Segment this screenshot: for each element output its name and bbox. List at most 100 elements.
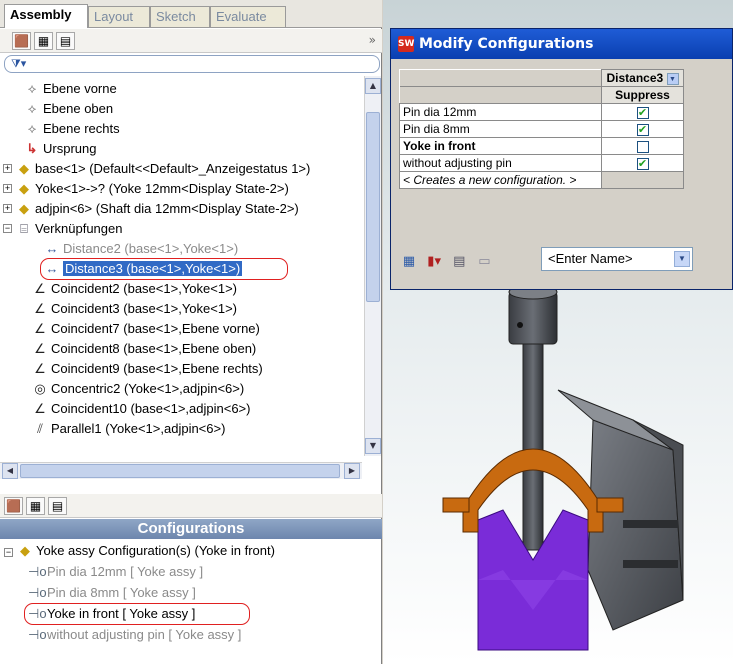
corner-cell-2	[399, 86, 602, 104]
tree-item[interactable]: ∠ Coincident10 (base<1>,adjpin<6>)	[32, 399, 250, 419]
tab-assembly[interactable]: Assembly	[4, 4, 88, 28]
config-item-label: Pin dia 8mm [ Yoke assy ]	[47, 585, 196, 600]
save-table-icon[interactable]: ▭	[476, 254, 492, 270]
collapse-toggle-icon[interactable]: −	[4, 548, 13, 557]
tab-sketch[interactable]: Sketch	[150, 6, 210, 27]
chevron-down-icon[interactable]: ▼	[674, 251, 690, 267]
filter-icon[interactable]: ⧩▾	[11, 57, 26, 70]
scroll-left-button[interactable]: ◀	[2, 463, 18, 479]
column-header-label: Distance3	[606, 71, 664, 85]
config-icon: ⊣o	[28, 585, 47, 600]
chevron-down-icon[interactable]: ▼	[666, 72, 679, 85]
tree-item[interactable]: ∠ Coincident9 (base<1>,Ebene rechts)	[32, 359, 263, 379]
config-root-label: Yoke assy Configuration(s) (Yoke in fron…	[36, 543, 275, 558]
assembly-3d-model[interactable]	[383, 270, 733, 664]
tree-item[interactable]: ⟡ Ebene vorne	[24, 79, 117, 99]
property-manager-icon[interactable]: ▦	[34, 32, 53, 50]
suppress-checkbox-cell[interactable]: ✔	[601, 120, 684, 138]
column-subheader-suppress: Suppress	[601, 86, 684, 104]
tree-item[interactable]: ◆ base<1> (Default<<Default>_Anzeigestatu…	[16, 159, 310, 179]
configuration-manager-icon[interactable]: ▤	[56, 32, 75, 50]
highlight-oval	[24, 603, 250, 625]
new-config-row[interactable]: < Creates a new configuration. >	[399, 171, 602, 189]
tab-evaluate[interactable]: Evaluate	[210, 6, 286, 27]
suppress-checkbox[interactable]: ✔	[636, 123, 649, 136]
configuration-table: Distance3 ▼ Suppress Pin dia 12mm ✔ Pin dia …	[399, 69, 684, 189]
tree-item-label: Yoke<1>->? (Yoke 12mm<Display State-2>)	[35, 181, 289, 196]
scroll-thumb[interactable]	[366, 112, 380, 302]
suppress-checkbox[interactable]: ✔	[636, 157, 649, 170]
column-header-distance3[interactable]: Distance3 ▼	[601, 69, 684, 87]
corner-cell	[399, 69, 602, 87]
suppress-checkbox-cell[interactable]: ✔	[601, 154, 684, 172]
tree-item[interactable]: ⫽ Parallel1 (Yoke<1>,adjpin<6>)	[32, 419, 225, 439]
horizontal-scroll-thumb[interactable]	[20, 464, 340, 478]
configuration-tree: − ◆ Yoke assy Configuration(s) (Yoke in fr…	[0, 540, 382, 664]
tree-item[interactable]: ∠ Coincident2 (base<1>,Yoke<1>)	[32, 279, 237, 299]
configuration-manager-icon[interactable]: ▤	[48, 497, 67, 515]
view-name-combo[interactable]: <Enter Name> ▼	[541, 247, 693, 271]
tree-item-label: Ebene oben	[43, 101, 114, 116]
filter-bar[interactable]: ⧩▾	[4, 55, 380, 73]
tree-item[interactable]: ◆ adjpin<6> (Shaft dia 12mm<Display State…	[16, 199, 299, 219]
tree-item[interactable]: ↔ Distance2 (base<1>,Yoke<1>)	[44, 239, 239, 259]
config-item[interactable]: ⊣oPin dia 12mm [ Yoke assy ]	[28, 562, 203, 582]
table-row: without adjusting pin ✔	[399, 154, 684, 172]
tree-item[interactable]: ⟡ Ebene oben	[24, 99, 113, 119]
tree-item[interactable]: ⟡ Ebene rechts	[24, 119, 120, 139]
concentric-mate-icon: ◎	[34, 381, 46, 396]
table-row: Pin dia 8mm ✔	[399, 120, 684, 138]
tree-item-label: Coincident9 (base<1>,Ebene rechts)	[51, 361, 263, 376]
expand-toggle-icon[interactable]: +	[3, 164, 12, 173]
scroll-right-button[interactable]: ▶	[344, 463, 360, 479]
tree-item-label: base<1> (Default<<Default>_Anzeigestatus…	[35, 161, 311, 176]
suppress-checkbox-cell[interactable]: ✔	[601, 103, 684, 121]
config-item[interactable]: ⊣oPin dia 8mm [ Yoke assy ]	[28, 583, 196, 603]
config-root[interactable]: − ◆ Yoke assy Configuration(s) (Yoke in fr…	[4, 541, 275, 561]
manager-tabs-bottom: 🟫 ▦ ▤	[0, 494, 382, 518]
assembly-icon: ◆	[20, 543, 30, 558]
tree-item[interactable]: ◆ Yoke<1>->? (Yoke 12mm<Display State-2>)	[16, 179, 289, 199]
config-icon: ⊣o	[28, 564, 47, 579]
origin-icon: ↳	[26, 141, 38, 156]
tree-item-label: Ursprung	[43, 141, 97, 156]
suppress-checkbox[interactable]	[636, 140, 649, 153]
configurations-header: Configurations	[0, 519, 382, 539]
horizontal-scrollbar[interactable]: ◀ ▶	[0, 462, 362, 479]
tree-item[interactable]: ⌸ Verknüpfungen	[16, 219, 122, 239]
properties-icon[interactable]: ▤	[451, 254, 467, 270]
tree-item[interactable]: ↳ Ursprung	[24, 139, 97, 159]
config-item[interactable]: ⊣owithout adjusting pin [ Yoke assy ]	[28, 625, 241, 645]
expand-toggle-icon[interactable]: +	[3, 184, 12, 193]
config-icon: ⊣o	[28, 627, 47, 642]
config-row-label[interactable]: Pin dia 12mm	[399, 103, 602, 121]
table-settings-icon[interactable]: ▦	[401, 254, 417, 270]
tree-item[interactable]: ◎ Concentric2 (Yoke<1>,adjpin<6>)	[32, 379, 244, 399]
feature-manager-icon[interactable]: 🟫	[12, 32, 31, 50]
tab-layout[interactable]: Layout	[88, 6, 150, 27]
expand-toggle-icon[interactable]: −	[3, 224, 12, 233]
tree-item-label: Verknüpfungen	[35, 221, 123, 236]
scroll-up-button[interactable]: ▲	[365, 78, 381, 94]
config-row-label[interactable]: without adjusting pin	[399, 154, 602, 172]
tree-item[interactable]: ∠ Coincident8 (base<1>,Ebene oben)	[32, 339, 256, 359]
config-row-label[interactable]: Pin dia 8mm	[399, 120, 602, 138]
feature-manager-icon[interactable]: 🟫	[4, 497, 23, 515]
parameter-chooser-icon[interactable]: ▮▾	[426, 254, 442, 270]
table-header-row: Distance3 ▼	[399, 69, 684, 87]
parallel-mate-icon: ⫽	[37, 421, 43, 436]
table-row: Yoke in front	[399, 137, 684, 155]
plane-icon: ⟡	[27, 81, 37, 96]
scroll-down-button[interactable]: ▼	[365, 438, 381, 454]
coincident-mate-icon: ∠	[34, 301, 46, 316]
suppress-checkbox[interactable]: ✔	[636, 106, 649, 119]
suppress-checkbox-cell[interactable]	[601, 137, 684, 155]
double-chevron-right-icon[interactable]: »	[369, 33, 376, 47]
view-name-value: <Enter Name>	[548, 251, 633, 266]
vertical-scrollbar[interactable]: ▲ ▼	[364, 76, 381, 456]
config-row-label[interactable]: Yoke in front	[399, 137, 602, 155]
expand-toggle-icon[interactable]: +	[3, 204, 12, 213]
tree-item[interactable]: ∠ Coincident7 (base<1>,Ebene vorne)	[32, 319, 260, 339]
property-manager-icon[interactable]: ▦	[26, 497, 45, 515]
tree-item[interactable]: ∠ Coincident3 (base<1>,Yoke<1>)	[32, 299, 237, 319]
